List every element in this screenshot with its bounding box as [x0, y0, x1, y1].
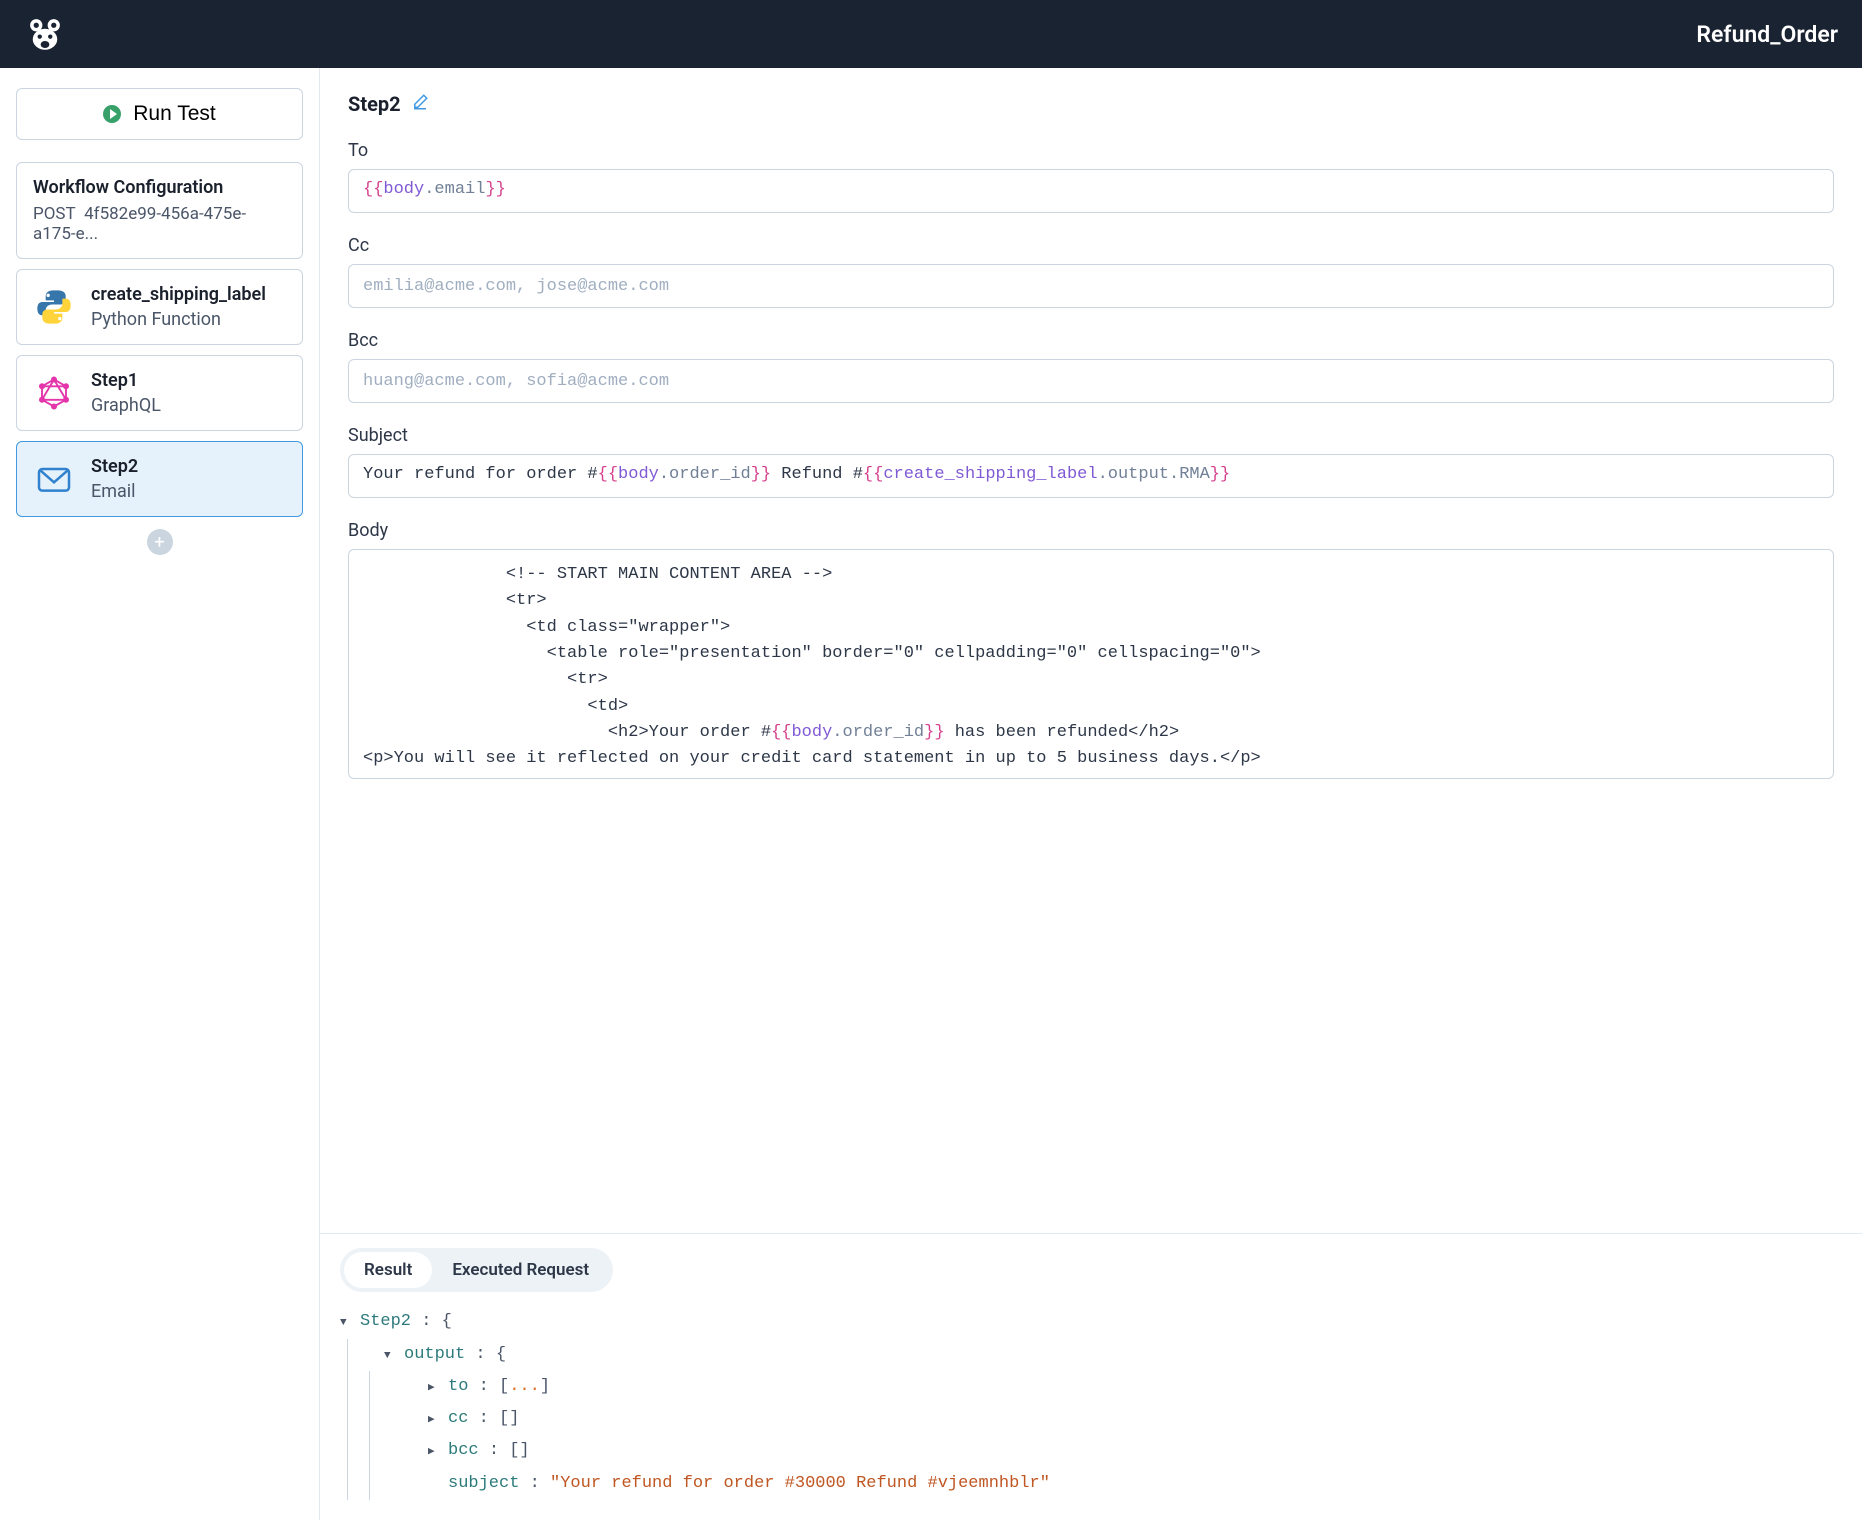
step-card-create-shipping-label[interactable]: create_shipping_label Python Function — [16, 269, 303, 345]
run-test-label: Run Test — [133, 102, 216, 126]
cc-input[interactable] — [348, 264, 1834, 308]
caret-down-icon[interactable] — [384, 1339, 398, 1371]
step-card-step2[interactable]: Step2 Email — [16, 441, 303, 517]
run-test-button[interactable]: Run Test — [16, 88, 303, 140]
step-kind: Email — [91, 481, 138, 502]
tab-executed-request[interactable]: Executed Request — [432, 1252, 609, 1288]
step-name: create_shipping_label — [91, 284, 266, 305]
step-kind: GraphQL — [91, 395, 161, 416]
tab-result[interactable]: Result — [344, 1252, 432, 1288]
graphql-icon — [33, 372, 75, 414]
caret-right-icon[interactable] — [428, 1371, 442, 1403]
to-label: To — [348, 140, 1834, 161]
body-label: Body — [348, 520, 1834, 541]
bcc-label: Bcc — [348, 330, 1834, 351]
top-header: Refund_Order — [0, 0, 1862, 68]
step-editor-title: Step2 — [348, 92, 401, 116]
step-name: Step2 — [91, 456, 138, 477]
step-card-step1[interactable]: Step1 GraphQL — [16, 355, 303, 431]
email-icon — [33, 458, 75, 500]
to-input[interactable]: {{body.email}} — [348, 169, 1834, 213]
caret-right-icon[interactable] — [428, 1403, 442, 1435]
python-icon — [33, 286, 75, 328]
workflow-config-title: Workflow Configuration — [33, 177, 286, 198]
workflow-sidebar: Run Test Workflow Configuration POST 4f5… — [0, 68, 320, 1520]
caret-down-icon[interactable] — [340, 1306, 354, 1338]
subject-label: Subject — [348, 425, 1834, 446]
result-json-tree[interactable]: Step2 : { output : { to : [...] — [340, 1306, 1842, 1500]
workflow-config-card[interactable]: Workflow Configuration POST 4f582e99-456… — [16, 162, 303, 259]
subject-input[interactable]: Your refund for order #{{body.order_id}}… — [348, 454, 1834, 498]
caret-right-icon[interactable] — [428, 1435, 442, 1467]
bcc-input[interactable] — [348, 359, 1834, 403]
step-name: Step1 — [91, 370, 161, 391]
add-step-button[interactable]: + — [147, 529, 173, 555]
play-icon — [103, 105, 121, 123]
edit-icon[interactable] — [411, 93, 429, 115]
body-editor[interactable]: <!-- START MAIN CONTENT AREA --> <tr> <t… — [348, 549, 1834, 779]
result-panel: Result Executed Request Step2 : { output… — [320, 1233, 1862, 1520]
page-title: Refund_Order — [1696, 21, 1838, 48]
step-kind: Python Function — [91, 309, 266, 330]
step-editor: Step2 To {{body.email}} Cc Bcc Subject Y… — [320, 68, 1862, 1233]
workflow-config-details: POST 4f582e99-456a-475e-a175-e... — [33, 204, 286, 244]
cc-label: Cc — [348, 235, 1834, 256]
app-logo-icon — [24, 13, 66, 55]
